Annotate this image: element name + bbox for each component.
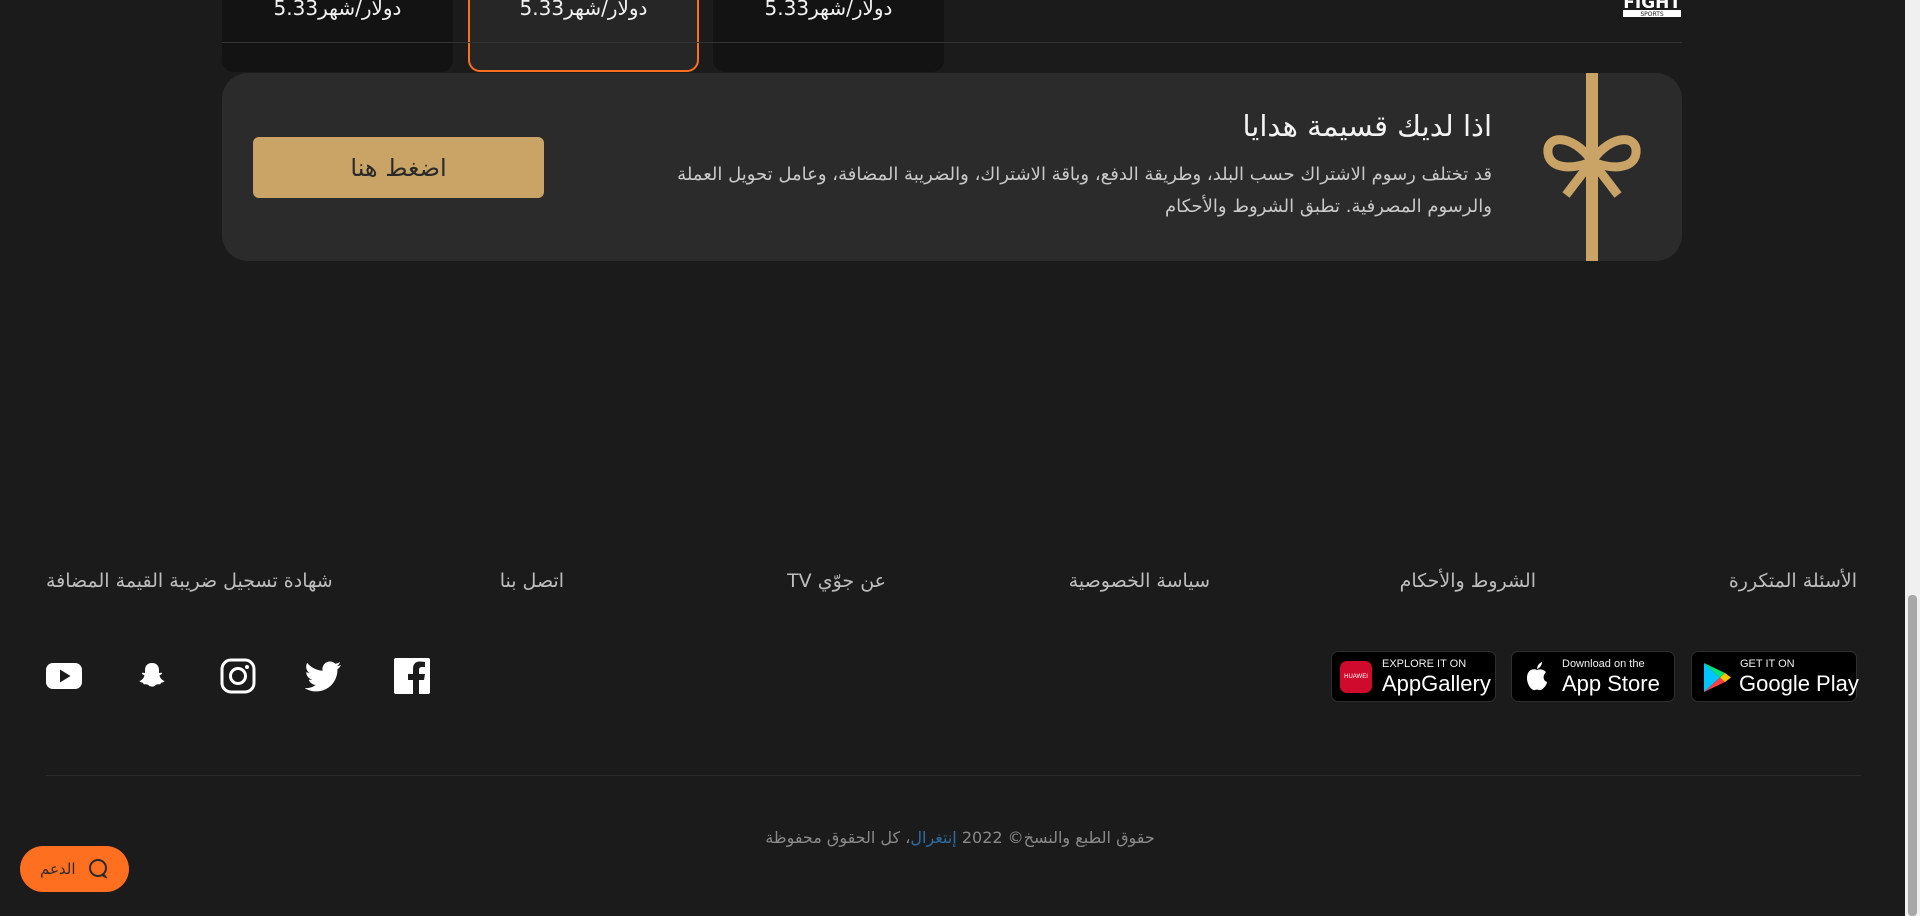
footer-links: الأسئلة المتكررة الشروط والأحكام سياسة ا…	[46, 570, 1857, 600]
copyright-suffix: ، كل الحقوق محفوظة	[765, 828, 911, 847]
footer-divider	[46, 775, 1861, 776]
copyright-brand-link[interactable]: إنتغرال	[910, 828, 956, 847]
divider	[222, 42, 1682, 43]
badge-title: AppGallery	[1382, 671, 1491, 696]
copyright-notice: حقوق الطبع والنسخ© 2022 إنتغرال، كل الحق…	[0, 828, 1920, 847]
logo-sub-text: SPORTS	[1640, 11, 1664, 18]
badge-caption: Download on the	[1562, 658, 1645, 670]
gift-voucher-banner: اذا لديك قسيمة هدايا قد تختلف رسوم الاشت…	[222, 73, 1682, 261]
plan-price: 5.33دولار/شهر	[519, 0, 648, 20]
footer-link-terms[interactable]: الشروط والأحكام	[1400, 570, 1536, 592]
footer-link-vat-certificate[interactable]: شهادة تسجيل ضريبة القيمة المضافة	[46, 570, 333, 592]
chat-bubble-icon	[89, 859, 108, 879]
twitter-icon[interactable]	[305, 657, 343, 695]
scrollbar-thumb[interactable]	[1908, 595, 1917, 916]
page-scrollbar[interactable]	[1905, 0, 1920, 916]
plan-card[interactable]: 5.33دولار/شهر	[222, 0, 453, 72]
gift-title: اذا لديك قسيمة هدايا	[1242, 109, 1492, 143]
gift-ribbon-icon	[1543, 73, 1641, 261]
snapchat-icon[interactable]	[133, 657, 171, 695]
instagram-icon[interactable]	[219, 657, 257, 695]
redeem-gift-button[interactable]: اضغط هنا	[253, 137, 544, 198]
footer-link-privacy[interactable]: سياسة الخصوصية	[1069, 570, 1210, 592]
huawei-logo-text: HUAWEI	[1344, 674, 1368, 680]
badge-title: Google Play	[1739, 671, 1859, 696]
apple-icon	[1527, 662, 1547, 691]
copyright-prefix: حقوق الطبع والنسخ© 2022	[961, 828, 1155, 847]
app-store-badge[interactable]: Download on the App Store	[1511, 651, 1675, 702]
google-play-badge[interactable]: GET IT ON Google Play	[1691, 651, 1859, 702]
huawei-icon: HUAWEI	[1340, 661, 1372, 693]
footer-link-about[interactable]: عن جوّي TV	[787, 570, 886, 592]
youtube-icon[interactable]	[45, 657, 83, 695]
google-play-icon	[1704, 663, 1731, 692]
support-label: الدعم	[40, 860, 76, 878]
fight-sports-logo: FIGHT SPORTS	[1623, 0, 1681, 18]
gift-description: قد تختلف رسوم الاشتراك حسب البلد، وطريقة…	[677, 164, 1492, 217]
support-chat-button[interactable]: الدعم	[20, 846, 129, 892]
app-gallery-badge[interactable]: HUAWEI EXPLORE IT ON AppGallery	[1331, 651, 1496, 702]
badge-caption: GET IT ON	[1740, 658, 1795, 670]
plan-card[interactable]: 5.33دولار/شهر	[713, 0, 944, 72]
plan-price: 5.33دولار/شهر	[764, 0, 893, 20]
badge-title: App Store	[1562, 671, 1660, 696]
footer-link-faq[interactable]: الأسئلة المتكررة	[1729, 570, 1857, 592]
footer-link-contact[interactable]: اتصل بنا	[500, 570, 564, 592]
plan-card-selected[interactable]: 5.33دولار/شهر	[468, 0, 699, 72]
badge-caption: EXPLORE IT ON	[1382, 658, 1467, 670]
plan-price: 5.33دولار/شهر	[273, 0, 402, 20]
facebook-icon[interactable]	[393, 657, 431, 695]
